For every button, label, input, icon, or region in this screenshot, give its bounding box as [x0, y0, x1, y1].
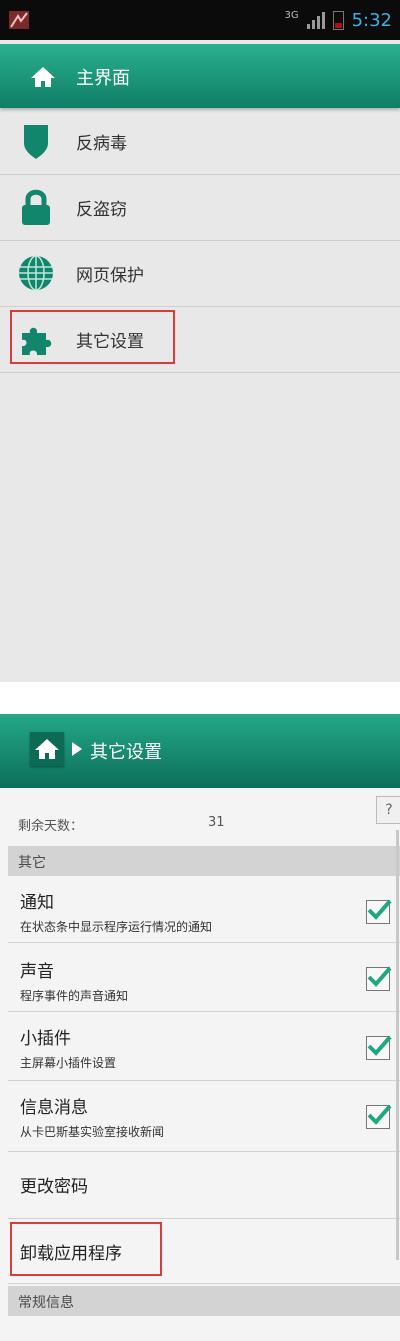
home-icon [35, 739, 59, 759]
shield-icon [24, 125, 48, 159]
status-bar: 3G 5:32 [0, 0, 400, 40]
setting-title: 通知 [20, 893, 54, 913]
signal-icon [306, 11, 325, 29]
page-title: 其它设置 [90, 742, 162, 763]
scrollbar[interactable] [396, 830, 399, 1260]
setting-subtitle: 主屏幕小插件设置 [20, 1056, 117, 1070]
home-button[interactable] [30, 732, 64, 766]
menu-item-antitheft[interactable]: 反盗窃 [0, 174, 400, 241]
widget-checkbox[interactable] [366, 1035, 392, 1060]
remaining-days-value: 31 [208, 815, 225, 830]
lock-icon [22, 189, 50, 225]
section-title: 常规信息 [18, 1295, 74, 1311]
menu-item-label: 反盗窃 [76, 200, 127, 220]
status-right: 3G 5:32 [284, 9, 392, 31]
sound-checkbox[interactable] [366, 966, 392, 991]
menu-item-label: 网页保护 [76, 266, 144, 286]
section-header-general: 常规信息 [8, 1286, 400, 1316]
highlight-box [10, 310, 175, 364]
setting-subtitle: 从卡巴斯基实验室接收新闻 [20, 1125, 165, 1139]
battery-icon [332, 10, 344, 30]
news-checkbox[interactable] [366, 1104, 392, 1129]
remaining-days-label: 剩余天数： [18, 819, 84, 834]
setting-title: 小插件 [20, 1029, 71, 1049]
highlight-box [10, 1222, 162, 1276]
setting-notification[interactable]: 通知 在状态条中显示程序运行情况的通知 [8, 876, 400, 943]
globe-icon [19, 255, 53, 291]
menu-item-label: 反病毒 [76, 134, 127, 154]
setting-subtitle: 程序事件的声音通知 [20, 989, 129, 1003]
setting-widget[interactable]: 小插件 主屏幕小插件设置 [8, 1012, 400, 1081]
setting-title: 声音 [20, 962, 54, 982]
notification-icon [9, 11, 29, 29]
setting-news[interactable]: 信息消息 从卡巴斯基实验室接收新闻 [8, 1081, 400, 1152]
network-type: 3G [284, 10, 299, 21]
breadcrumb-arrow-icon [72, 742, 82, 756]
change-password-item[interactable]: 更改密码 [8, 1152, 400, 1219]
section-header-other: 其它 [8, 846, 400, 876]
page-title: 主界面 [76, 68, 130, 89]
home-icon[interactable] [30, 66, 56, 88]
check-icon [367, 1104, 392, 1125]
setting-subtitle: 在状态条中显示程序运行情况的通知 [20, 920, 213, 934]
menu-item-antivirus[interactable]: 反病毒 [0, 108, 400, 175]
section-title: 其它 [18, 855, 46, 871]
menu-item-web-protection[interactable]: 网页保护 [0, 240, 400, 307]
setting-title: 信息消息 [20, 1098, 88, 1118]
check-icon [367, 899, 392, 920]
help-button[interactable]: ? [376, 796, 400, 824]
main-header: 主界面 [0, 44, 400, 108]
check-icon [367, 1035, 392, 1056]
setting-title: 更改密码 [20, 1177, 88, 1197]
setting-sound[interactable]: 声音 程序事件的声音通知 [8, 943, 400, 1012]
check-icon [367, 966, 392, 987]
notification-checkbox[interactable] [366, 899, 392, 924]
status-time: 5:32 [351, 9, 392, 31]
